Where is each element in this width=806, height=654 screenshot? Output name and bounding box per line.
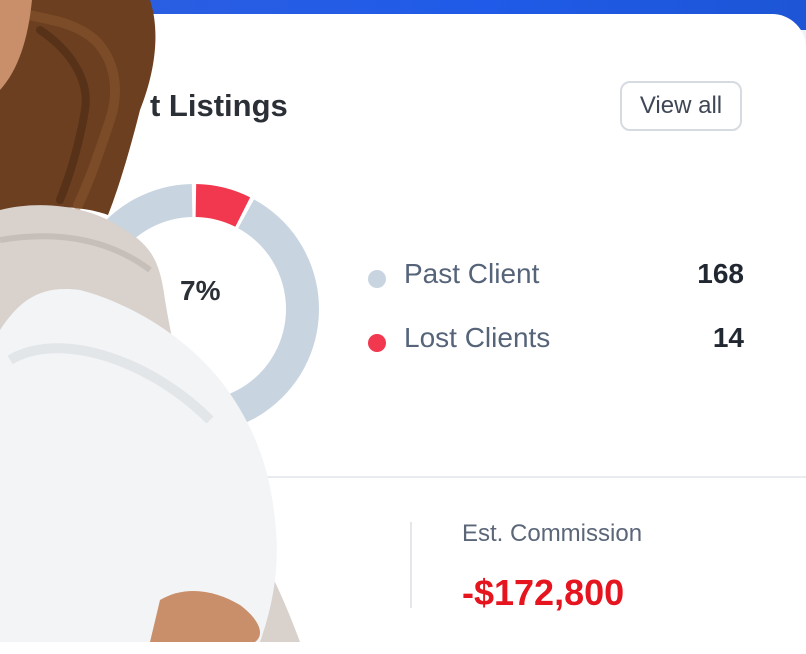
section-divider [0, 476, 806, 478]
est-commission-value: -$172,800 [462, 572, 625, 613]
legend-item-past-client: Past Client 168 [368, 256, 748, 296]
legend-dot [368, 270, 386, 288]
view-all-button[interactable]: View all [620, 81, 742, 131]
legend-label: Past Client [404, 258, 540, 289]
est-commission-label: Est. Commission [462, 520, 643, 547]
legend-value: 14 [712, 322, 744, 353]
legend-item-lost-clients: Lost Clients 14 [368, 320, 748, 360]
donut-chart [69, 184, 320, 434]
stat-divider [410, 522, 412, 608]
donut-slice-lost-clients [195, 184, 251, 227]
legend-dot [368, 334, 386, 352]
legend-value: 168 [697, 258, 744, 289]
donut-center-percent: 7% [180, 275, 221, 306]
legend-label: Lost Clients [404, 322, 551, 353]
donut-slice-past-client [69, 184, 320, 434]
card-title: t Listings [150, 88, 288, 123]
listings-card: t Listings View all Past Client 168 Lost… [0, 14, 806, 654]
